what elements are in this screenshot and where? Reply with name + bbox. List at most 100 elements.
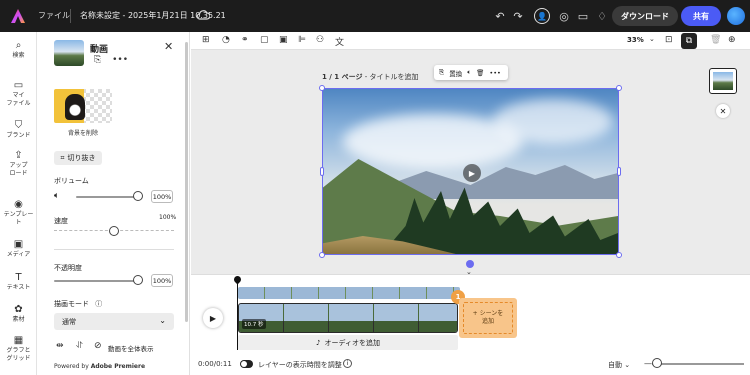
close-icon[interactable]: ✕ — [164, 40, 173, 53]
rotate-handle[interactable] — [466, 260, 474, 268]
add-scene-button[interactable]: + シーンを 追加 — [459, 298, 517, 338]
volume-value[interactable]: 100% — [151, 190, 173, 203]
zoom-level[interactable]: 33% — [627, 36, 644, 44]
layer-timing-toggle[interactable] — [240, 360, 253, 368]
properties-panel: 動画 ✕ ⎘ ••• 背景を削除 ⌗ 切り抜き ボリューム 🔈︎ 100% 速度… — [38, 32, 190, 375]
volume-label: ボリューム — [54, 177, 89, 185]
music-icon: ♪ — [316, 338, 321, 347]
info-icon[interactable]: i — [343, 359, 352, 368]
replace-label[interactable]: 置換 — [449, 68, 462, 78]
floating-toolbar: ⎘ 置換 🔈︎ 🗑︎ ••• — [434, 65, 508, 80]
layers-icon[interactable]: ⧉ — [681, 33, 697, 49]
rail-item-search[interactable]: ⌕ 検索 — [0, 40, 37, 60]
add-scene-label: + シーンを 追加 — [463, 302, 513, 334]
rail-item-upload[interactable]: ⇪ アップ ロード — [0, 150, 37, 178]
lightbulb-icon[interactable]: ◎ — [556, 8, 572, 24]
more-icon[interactable]: ••• — [112, 55, 128, 65]
opacity-slider[interactable] — [54, 280, 138, 282]
resize-handle[interactable] — [319, 85, 325, 91]
replace-icon[interactable]: ⎘ — [439, 68, 444, 77]
video-clip[interactable]: 10.7 秒 — [238, 303, 458, 333]
fit-fullscreen-icon[interactable]: ⊘ — [94, 341, 102, 351]
resize-handle[interactable] — [320, 167, 324, 176]
elements-icon: ✿ — [14, 304, 23, 315]
translate-icon[interactable]: 文 — [335, 35, 344, 48]
speaker-icon[interactable]: 🔈︎ — [54, 191, 59, 201]
resize-handle[interactable] — [616, 85, 622, 91]
volume-icon[interactable]: 🔈︎ — [467, 68, 471, 77]
speed-slider-knob[interactable] — [109, 226, 119, 236]
speed-label: 速度 — [54, 217, 68, 225]
info-icon[interactable]: ⓘ — [95, 300, 102, 308]
rail-item-text[interactable]: T テキスト — [0, 272, 37, 292]
flip-vertical-icon[interactable]: ⥯ — [76, 341, 83, 351]
user-icon[interactable]: 👤 — [534, 8, 550, 24]
timeline-zoom-slider[interactable] — [652, 363, 744, 365]
undo-icon[interactable]: ↶ — [492, 8, 508, 24]
frame-icon[interactable]: ▣ — [279, 35, 288, 45]
play-button[interactable]: ▶ — [203, 308, 223, 328]
remove-background-label: 背景を削除 — [67, 130, 98, 137]
page-label[interactable]: 1 / 1 ページ - タイトルを追加 — [322, 72, 418, 82]
effects-icon[interactable]: ⚭ — [241, 35, 249, 45]
align-icon[interactable]: ⊫ — [298, 35, 306, 45]
replace-icon[interactable]: ⎘ — [94, 55, 101, 65]
rail-item-templates[interactable]: ◉ テンプレー ト — [0, 199, 37, 227]
video-element[interactable]: ▶ — [322, 88, 619, 255]
comment-icon[interactable]: ▭ — [575, 8, 591, 24]
add-page-icon[interactable]: ⊕ — [728, 35, 736, 45]
fullscreen-label[interactable]: 動画を全体表示 — [108, 343, 154, 353]
avatar[interactable] — [727, 7, 745, 25]
rail-label: 検索 — [12, 52, 25, 59]
rail-item-media[interactable]: ▣ メディア — [0, 239, 37, 259]
opacity-value[interactable]: 100% — [151, 274, 173, 287]
cloud-sync-icon[interactable] — [196, 8, 210, 22]
rail-label: 素材 — [12, 316, 25, 323]
delete-icon[interactable]: 🗑︎ — [476, 69, 484, 77]
zoom-out-icon[interactable]: — — [644, 359, 652, 368]
page-thumbnail[interactable] — [709, 68, 737, 94]
opacity-slider-knob[interactable] — [133, 275, 143, 285]
share-button[interactable]: 共有 — [681, 6, 721, 26]
add-audio-button[interactable]: ♪ オーディオを追加 — [238, 335, 458, 350]
rail-item-charts-grids[interactable]: ▦ グラフと グリッド — [0, 335, 37, 363]
resize-handle[interactable] — [617, 167, 621, 176]
delete-icon[interactable]: 🗑︎ — [710, 35, 721, 45]
more-icon[interactable]: ••• — [489, 69, 501, 77]
auto-select[interactable]: 自動 ⌄ — [608, 360, 630, 370]
resize-handle[interactable] — [616, 252, 622, 258]
panel-actions: ⎘ ••• — [94, 55, 128, 65]
volume-slider[interactable] — [76, 196, 138, 198]
rail-item-my-files[interactable]: ▭ マイ ファイル — [0, 80, 37, 108]
rail-label: ブランド — [6, 132, 31, 139]
blend-mode-select[interactable]: 通常 ⌄ — [54, 313, 174, 330]
fit-icon[interactable]: ⊡ — [665, 35, 673, 45]
video-track-thumbnails[interactable] — [238, 287, 460, 299]
dog-icon — [65, 94, 85, 120]
animate-icon[interactable]: ⊞ — [202, 35, 210, 45]
timeline-zoom-knob[interactable] — [652, 358, 662, 368]
blend-mode-label: 描画モード ⓘ — [54, 300, 103, 308]
play-icon[interactable]: ▶ — [463, 164, 481, 182]
chevron-down-icon[interactable]: ⌄ — [466, 268, 472, 276]
shape-icon[interactable]: ▢ — [260, 35, 269, 45]
close-icon[interactable]: ✕ — [716, 104, 730, 118]
volume-slider-knob[interactable] — [133, 191, 143, 201]
flip-horizontal-icon[interactable]: ⇹ — [56, 341, 64, 351]
link-icon[interactable]: ⚇ — [316, 35, 324, 45]
rail-item-brand[interactable]: ⛉ ブランド — [0, 120, 37, 140]
left-rail: ⌕ 検索 ▭ マイ ファイル ⛉ ブランド ⇪ アップ ロード ◉ テンプレー … — [0, 32, 37, 375]
adobe-express-logo[interactable] — [10, 8, 26, 24]
color-icon[interactable]: ◔ — [222, 35, 230, 45]
chevron-down-icon[interactable]: ⌄ — [649, 35, 655, 43]
crop-button[interactable]: ⌗ 切り抜き — [54, 151, 102, 165]
rail-item-elements[interactable]: ✿ 素材 — [0, 304, 37, 324]
file-menu[interactable]: ファイル — [38, 10, 70, 21]
download-button[interactable]: ダウンロード — [612, 6, 678, 26]
panel-scrollbar[interactable] — [185, 42, 188, 322]
remove-background-button[interactable] — [54, 89, 112, 123]
bell-icon[interactable]: ♢ — [594, 8, 610, 24]
redo-icon[interactable]: ↷ — [510, 8, 526, 24]
resize-handle[interactable] — [319, 252, 325, 258]
canvas-toolbar: ⊞ ◔ ⚭ ▢ ▣ ⊫ ⚇ 文 33% ⌄ ⊡ ⧉ 🗑︎ ⊕ — [191, 32, 750, 50]
